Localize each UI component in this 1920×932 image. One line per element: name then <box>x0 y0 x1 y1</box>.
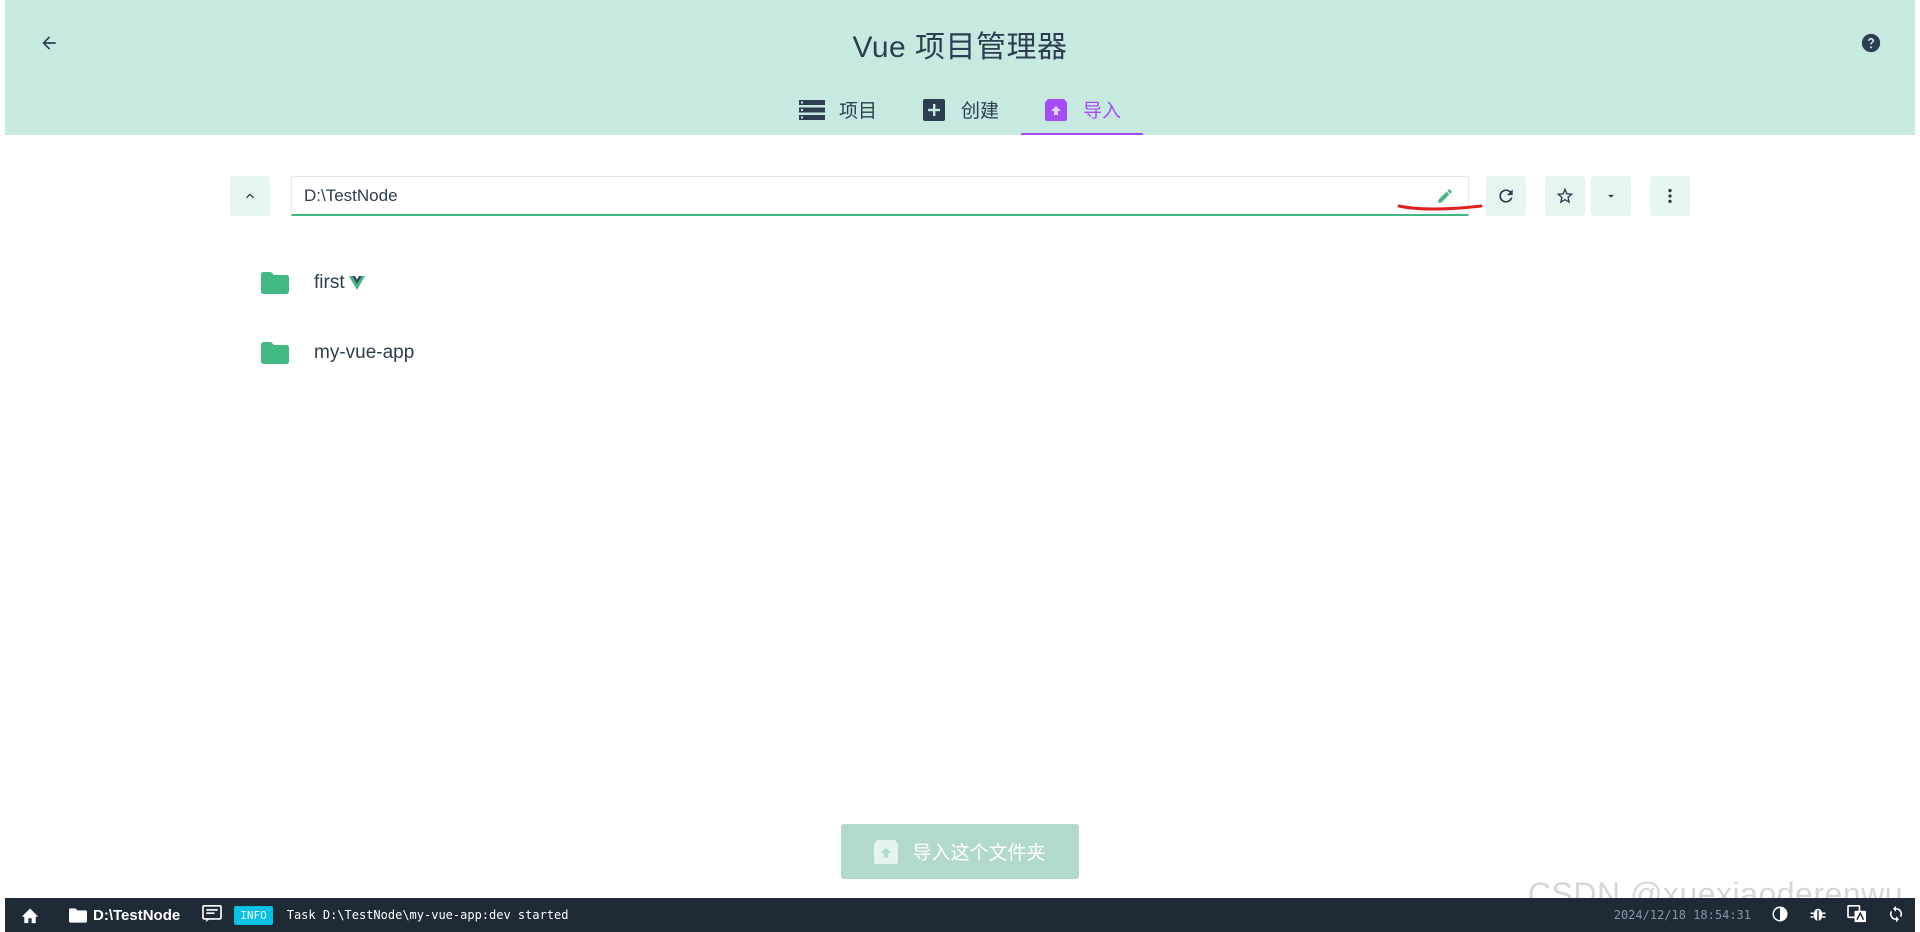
path-input[interactable] <box>304 185 1404 206</box>
list-item[interactable]: first <box>255 248 1655 318</box>
app-window: Vue 项目管理器 项目 创建 导入 D:\TestNode first my-… <box>5 0 1915 932</box>
list-item[interactable]: my-vue-app <box>255 318 1655 388</box>
red-annotation-underline <box>1397 204 1483 211</box>
add-box-icon <box>921 98 947 122</box>
vue-logo-icon <box>348 276 365 290</box>
status-timestamp: 2024/12/18 18:54:31 <box>1613 908 1751 922</box>
tab-projects[interactable]: 项目 <box>777 86 899 135</box>
favorites-dropdown-button[interactable] <box>1591 176 1631 216</box>
path-toolbar <box>5 176 1915 216</box>
list-icon <box>798 98 825 122</box>
folder-name: first <box>314 272 345 293</box>
status-bar: D:\TestNode INFO Task D:\TestNode\my-vue… <box>5 898 1915 932</box>
log-level-badge: INFO <box>234 905 273 925</box>
folder-icon <box>261 342 289 364</box>
tab-bar: 项目 创建 导入 <box>5 86 1915 135</box>
help-icon <box>1861 33 1881 53</box>
tab-label: 创建 <box>960 101 999 122</box>
import-button-label: 导入这个文件夹 <box>912 843 1046 864</box>
home-icon[interactable] <box>19 904 41 926</box>
tab-import[interactable]: 导入 <box>1021 86 1144 135</box>
page-title: Vue 项目管理器 <box>852 31 1068 64</box>
path-field[interactable] <box>291 176 1469 216</box>
refresh-button[interactable] <box>1486 176 1526 216</box>
caret-down-icon <box>1608 194 1614 198</box>
sync-icon[interactable] <box>1887 905 1905 926</box>
status-right: 2024/12/18 18:54:31 <box>1614 898 1905 932</box>
dark-mode-icon[interactable] <box>1771 905 1789 926</box>
translate-icon[interactable] <box>1847 904 1867 926</box>
unarchive-icon <box>1043 98 1069 122</box>
last-log-message[interactable]: Task D:\TestNode\my-vue-app:dev started <box>287 908 569 922</box>
folder-icon <box>261 272 289 294</box>
refresh-icon <box>1499 189 1513 203</box>
console-icon[interactable] <box>202 904 223 926</box>
star-outline-icon <box>1556 187 1574 204</box>
tab-create[interactable]: 创建 <box>899 86 1021 135</box>
favorite-button[interactable] <box>1545 176 1585 216</box>
tab-label: 项目 <box>838 101 877 122</box>
import-folder-button[interactable]: 导入这个文件夹 <box>841 824 1079 879</box>
folder-icon <box>69 907 87 923</box>
help-button[interactable] <box>1853 25 1889 61</box>
folder-name: my-vue-app <box>314 342 415 363</box>
cwd-path: D:\TestNode <box>93 906 181 924</box>
unarchive-icon <box>874 839 899 864</box>
more-options-button[interactable] <box>1650 176 1690 216</box>
status-cwd[interactable]: D:\TestNode <box>69 907 180 924</box>
bug-report-icon[interactable] <box>1809 905 1827 926</box>
more-vert-icon <box>1668 188 1672 204</box>
folder-list: first my-vue-app <box>255 248 1655 388</box>
parent-folder-button[interactable] <box>230 176 270 216</box>
chevron-up-icon <box>246 193 254 199</box>
tab-label: 导入 <box>1083 101 1122 122</box>
header: Vue 项目管理器 项目 创建 导入 <box>5 0 1915 135</box>
